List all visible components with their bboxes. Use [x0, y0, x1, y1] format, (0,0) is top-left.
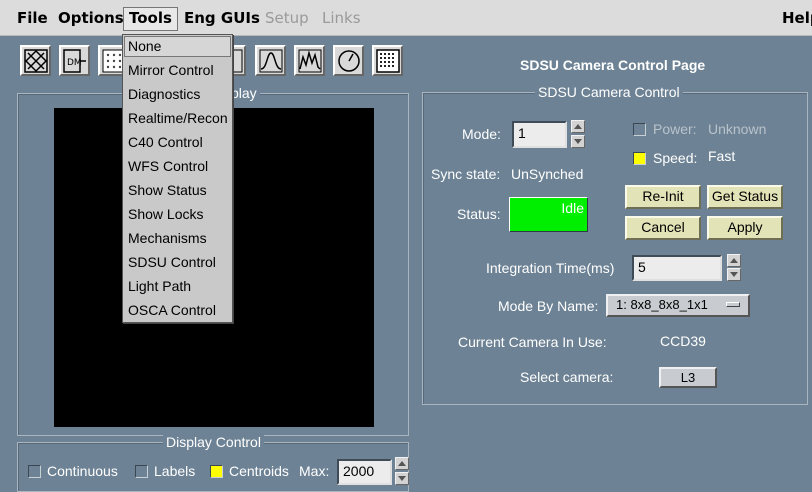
select-camera-label: Select camera:: [520, 369, 614, 385]
mirror-x-button[interactable]: [20, 45, 51, 76]
tools-menu-item-show-status[interactable]: Show Status: [128, 182, 207, 198]
max-spin-down[interactable]: [395, 472, 409, 485]
integration-time-label: Integration Time(ms): [486, 260, 615, 276]
current-camera-label: Current Camera In Use:: [458, 334, 607, 350]
power-checkbox: [633, 123, 646, 136]
tools-menu-item-realtime-recon[interactable]: Realtime/Recon: [128, 110, 228, 126]
peak-curve-icon: [259, 49, 283, 73]
labels-label: Labels: [154, 463, 196, 479]
tools-dropdown-menu: None Mirror Control Diagnostics Realtime…: [122, 34, 233, 323]
menu-eng-guis[interactable]: Eng GUIs: [184, 9, 260, 27]
menu-file[interactable]: File: [17, 9, 48, 27]
integration-spin-up[interactable]: [727, 254, 741, 267]
tools-menu-item-osca-control[interactable]: OSCA Control: [128, 302, 216, 318]
continuous-checkbox[interactable]: [28, 465, 41, 478]
mode-by-name-select[interactable]: 1: 8x8_8x8_1x1: [606, 294, 750, 317]
mirror-x-icon: [24, 49, 48, 73]
tools-menu-item-sdsu-control[interactable]: SDSU Control: [128, 254, 216, 270]
tools-menu-item-light-path[interactable]: Light Path: [128, 278, 191, 294]
camera-control-title: SDSU Camera Control: [535, 84, 683, 100]
centroids-label: Centroids: [229, 463, 289, 479]
dm-button[interactable]: DM: [59, 45, 90, 76]
menu-links: Links: [322, 9, 361, 27]
menu-options[interactable]: Options: [58, 9, 124, 27]
display-control-title: Display Control: [163, 434, 264, 450]
max-spin-up[interactable]: [395, 457, 409, 470]
dial-icon: [338, 50, 360, 72]
labels-checkbox[interactable]: [135, 465, 148, 478]
mode-by-name-value: 1: 8x8_8x8_1x1: [616, 297, 708, 312]
speed-checkbox[interactable]: [633, 152, 646, 165]
cancel-button[interactable]: Cancel: [625, 216, 701, 240]
dot-grid-button[interactable]: [372, 45, 403, 76]
mode-spin-up[interactable]: [571, 120, 585, 133]
svg-text:DM: DM: [67, 58, 82, 68]
select-camera-value: L3: [680, 370, 696, 385]
speed-label: Speed:: [653, 150, 698, 166]
tools-menu-item-wfs-control[interactable]: WFS Control: [128, 158, 208, 174]
status-label: Status:: [457, 206, 501, 222]
option-menu-indicator-icon: [726, 302, 740, 307]
tools-menu-item-show-locks[interactable]: Show Locks: [128, 206, 203, 222]
tools-menu-item-c40-control[interactable]: C40 Control: [128, 134, 203, 150]
menu-setup: Setup: [265, 9, 309, 27]
page-title: SDSU Camera Control Page: [520, 57, 706, 73]
spectrum-icon: [298, 49, 322, 73]
status-indicator: Idle: [509, 197, 588, 232]
reinit-button[interactable]: Re-Init: [625, 185, 701, 209]
dm-icon: DM: [63, 49, 86, 73]
mode-input[interactable]: 1: [512, 121, 567, 148]
spectrum-button[interactable]: [294, 45, 325, 76]
centroids-checkbox[interactable]: [210, 465, 223, 478]
power-value: Unknown: [708, 121, 767, 137]
continuous-label: Continuous: [47, 463, 118, 479]
menu-tools[interactable]: Tools: [123, 7, 178, 31]
tools-menu-item-none[interactable]: None: [128, 38, 161, 54]
menu-bar: File Options Tools Eng GUIs Setup Links …: [0, 0, 812, 36]
current-camera-value: CCD39: [660, 333, 706, 349]
integration-time-input[interactable]: 5: [632, 255, 722, 281]
sync-state-value: UnSynched: [511, 166, 584, 182]
tools-menu-item-mechanisms[interactable]: Mechanisms: [128, 230, 207, 246]
menu-help[interactable]: Help: [782, 9, 812, 27]
integration-spin-down[interactable]: [727, 268, 741, 281]
tools-menu-item-mirror-control[interactable]: Mirror Control: [128, 62, 214, 78]
select-camera-button[interactable]: L3: [659, 367, 717, 388]
speed-value: Fast: [708, 148, 736, 164]
get-status-button[interactable]: Get Status: [707, 185, 783, 209]
max-label: Max:: [299, 463, 330, 479]
power-label: Power:: [653, 121, 697, 137]
mode-label: Mode:: [462, 126, 501, 142]
apply-button[interactable]: Apply: [707, 216, 783, 240]
peak-curve-button[interactable]: [255, 45, 286, 76]
max-input[interactable]: 2000: [337, 459, 392, 485]
dot-grid-icon: [376, 49, 400, 73]
mode-by-name-label: Mode By Name:: [498, 298, 599, 314]
tools-menu-item-diagnostics[interactable]: Diagnostics: [128, 86, 200, 102]
sync-state-label: Sync state:: [431, 166, 501, 182]
dial-button[interactable]: [333, 45, 364, 76]
mode-spin-down[interactable]: [571, 135, 585, 148]
